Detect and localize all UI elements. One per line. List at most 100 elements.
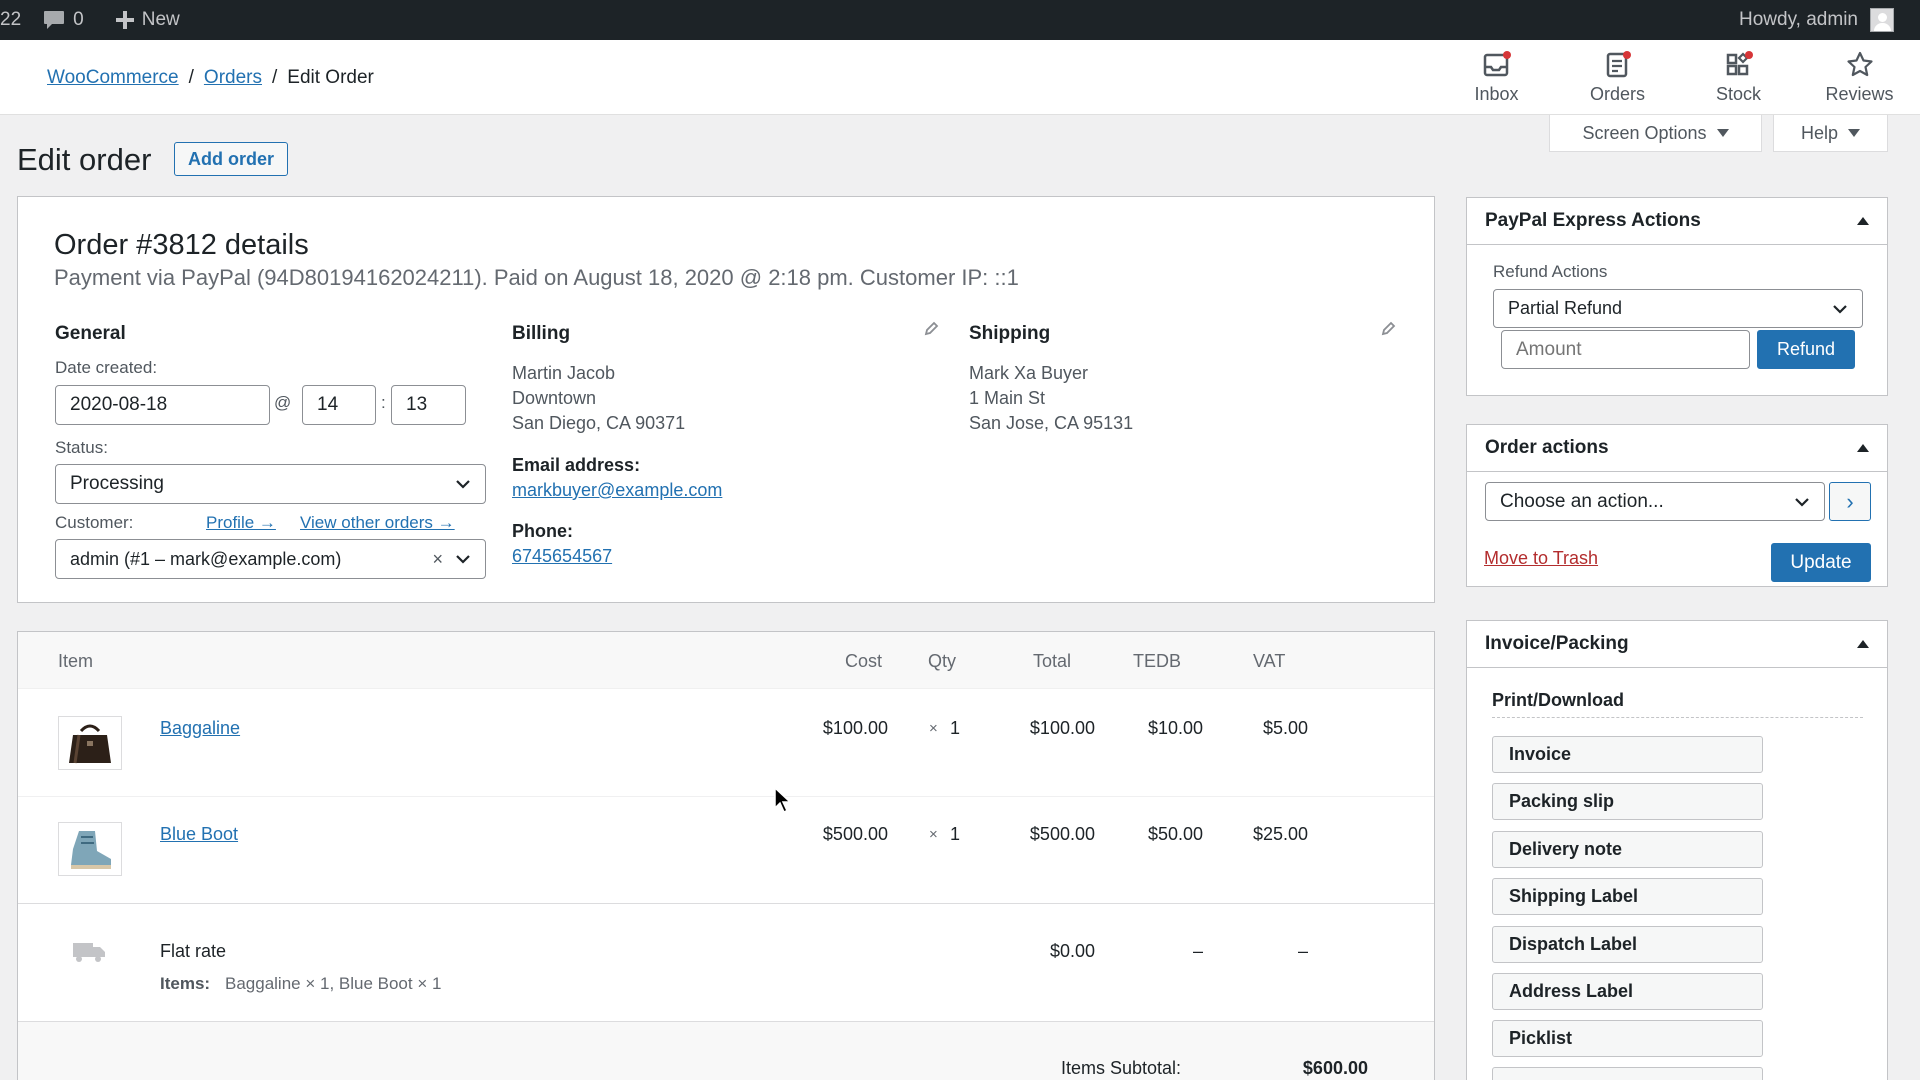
item-qty-x: × (929, 720, 938, 737)
hour-input[interactable]: 14 (302, 385, 376, 425)
address-label-button[interactable]: Address Label (1492, 973, 1763, 1010)
row-divider (18, 796, 1434, 797)
view-other-orders-link[interactable]: View other orders → (300, 513, 455, 533)
billing-email-label: Email address: (512, 455, 641, 475)
order-items-panel: Item Cost Qty Total TEDB VAT Baggaline $… (17, 631, 1435, 1080)
billing-heading: Billing (512, 323, 571, 344)
chevron-down-icon (1795, 497, 1809, 507)
comments-link[interactable]: 0 (43, 0, 84, 40)
item-vat: $25.00 (1252, 824, 1308, 844)
billing-phone-link[interactable]: 6745654567 (512, 544, 612, 569)
caret-down-icon (1848, 129, 1861, 137)
status-select[interactable]: Processing (55, 464, 486, 504)
section-divider (18, 903, 1434, 904)
order-actions-header[interactable]: Order actions (1467, 425, 1887, 472)
mouse-cursor-icon (774, 787, 792, 813)
date-created-label: Date created: (55, 358, 158, 377)
item-link-blue-boot[interactable]: Blue Boot (160, 824, 238, 845)
edit-shipping-pencil-icon[interactable] (1380, 321, 1396, 337)
at-sign: @ (274, 393, 292, 412)
items-subtotal-value: $600.00 (1302, 1058, 1368, 1078)
tab-inbox[interactable]: Inbox (1436, 40, 1557, 115)
orders-icon (1606, 51, 1631, 78)
invoice-button[interactable]: Invoice (1492, 736, 1763, 773)
customer-profile-link[interactable]: Profile → (206, 513, 276, 533)
tab-reviews-label: Reviews (1825, 84, 1894, 104)
shipping-name: Mark Xa Buyer (969, 363, 1089, 383)
items-table-header: Item Cost Qty Total TEDB VAT (18, 632, 1434, 689)
billing-address-line2: San Diego, CA 90371 (512, 413, 686, 433)
invoice-panel-header[interactable]: Invoice/Packing (1467, 621, 1887, 668)
invoice-packing-panel: Invoice/Packing Print/Download Invoice P… (1466, 620, 1888, 1080)
item-cost: $500.00 (822, 824, 888, 844)
breadcrumb: WooCommerce / Orders / Edit Order (47, 67, 374, 89)
help-toggle[interactable]: Help (1773, 115, 1888, 152)
shipping-heading: Shipping (969, 323, 1051, 344)
collapse-arrow-icon[interactable] (1857, 640, 1869, 648)
shipping-method-name: Flat rate (160, 941, 227, 961)
refund-amount-input[interactable] (1501, 330, 1750, 369)
comments-count: 0 (73, 9, 84, 30)
shipping-items-label: Items: (160, 974, 211, 993)
header-qty: Qty (928, 651, 957, 671)
item-link-baggaline[interactable]: Baggaline (160, 718, 240, 739)
billing-phone-label: Phone: (512, 521, 573, 541)
add-order-button[interactable]: Add order (174, 142, 289, 176)
tab-stock[interactable]: Stock (1678, 40, 1799, 115)
packing-slip-button[interactable]: Packing slip (1492, 783, 1763, 820)
customer-select[interactable]: admin (#1 – mark@example.com) × (55, 539, 486, 579)
item-cost: $100.00 (822, 718, 888, 738)
shipping-label-button[interactable]: Shipping Label (1492, 878, 1763, 915)
picklist-button[interactable]: Picklist (1492, 1020, 1763, 1057)
minute-input[interactable]: 13 (391, 385, 466, 425)
date-created-input[interactable]: 2020-08-18 (55, 385, 270, 425)
site-name-fragment[interactable]: 22 (0, 0, 21, 40)
tab-orders-label: Orders (1589, 84, 1645, 104)
header-item: Item (58, 651, 94, 671)
new-content-link[interactable]: New (115, 0, 180, 40)
paypal-panel-title: PayPal Express Actions (1485, 210, 1701, 231)
collapse-arrow-icon[interactable] (1857, 217, 1869, 225)
item-total: $500.00 (1029, 824, 1095, 844)
refund-button[interactable]: Refund (1757, 330, 1855, 369)
breadcrumb-separator: / (188, 67, 194, 88)
avatar[interactable] (1870, 8, 1894, 32)
screen-options-label: Screen Options (1582, 122, 1707, 143)
items-subtotal-label: Items Subtotal: (1060, 1058, 1181, 1078)
shipping-vat: – (1297, 941, 1308, 961)
tab-reviews[interactable]: Reviews (1799, 40, 1920, 115)
header-tedb: TEDB (1133, 651, 1182, 671)
delivery-note-button[interactable]: Delivery note (1492, 831, 1763, 868)
dispatch-label-button[interactable]: Dispatch Label (1492, 926, 1763, 963)
tab-orders[interactable]: Orders (1557, 40, 1678, 115)
screen-options-toggle[interactable]: Screen Options (1549, 115, 1762, 152)
paypal-panel-header[interactable]: PayPal Express Actions (1467, 198, 1887, 245)
clear-customer-icon[interactable]: × (432, 549, 443, 570)
order-action-value: Choose an action... (1500, 490, 1664, 512)
edit-billing-pencil-icon[interactable] (923, 321, 939, 337)
move-to-trash-link[interactable]: Move to Trash (1484, 548, 1598, 569)
refund-type-select[interactable]: Partial Refund (1493, 289, 1863, 328)
page-title: Edit order (17, 142, 152, 177)
apply-action-button[interactable]: › (1829, 482, 1871, 521)
header-cost: Cost (845, 651, 883, 671)
breadcrumb-orders[interactable]: Orders (204, 67, 262, 89)
admin-bar: 22 0 New Howdy, admin (0, 0, 1920, 40)
collapse-arrow-icon[interactable] (1857, 444, 1869, 452)
billing-email-link[interactable]: markbuyer@example.com (512, 478, 722, 503)
shipping-address-line2: San Jose, CA 95131 (969, 413, 1134, 433)
order-actions-panel: Order actions Choose an action... › Move… (1466, 424, 1888, 587)
howdy-text[interactable]: Howdy, admin (1739, 9, 1858, 31)
customer-select-controls: × (432, 549, 471, 570)
breadcrumb-woocommerce[interactable]: WooCommerce (47, 67, 179, 89)
shipping-address-line1: 1 Main St (969, 388, 1046, 408)
update-button[interactable]: Update (1771, 543, 1871, 582)
partial-print-button[interactable] (1492, 1067, 1763, 1080)
order-action-select[interactable]: Choose an action... (1485, 482, 1825, 521)
help-label: Help (1800, 122, 1839, 143)
breadcrumb-separator: / (272, 67, 278, 88)
product-thumbnail-blue-boot (58, 822, 122, 876)
item-qty-x: × (929, 826, 938, 843)
refund-actions-label: Refund Actions (1493, 262, 1608, 281)
header-total: Total (1033, 651, 1072, 671)
